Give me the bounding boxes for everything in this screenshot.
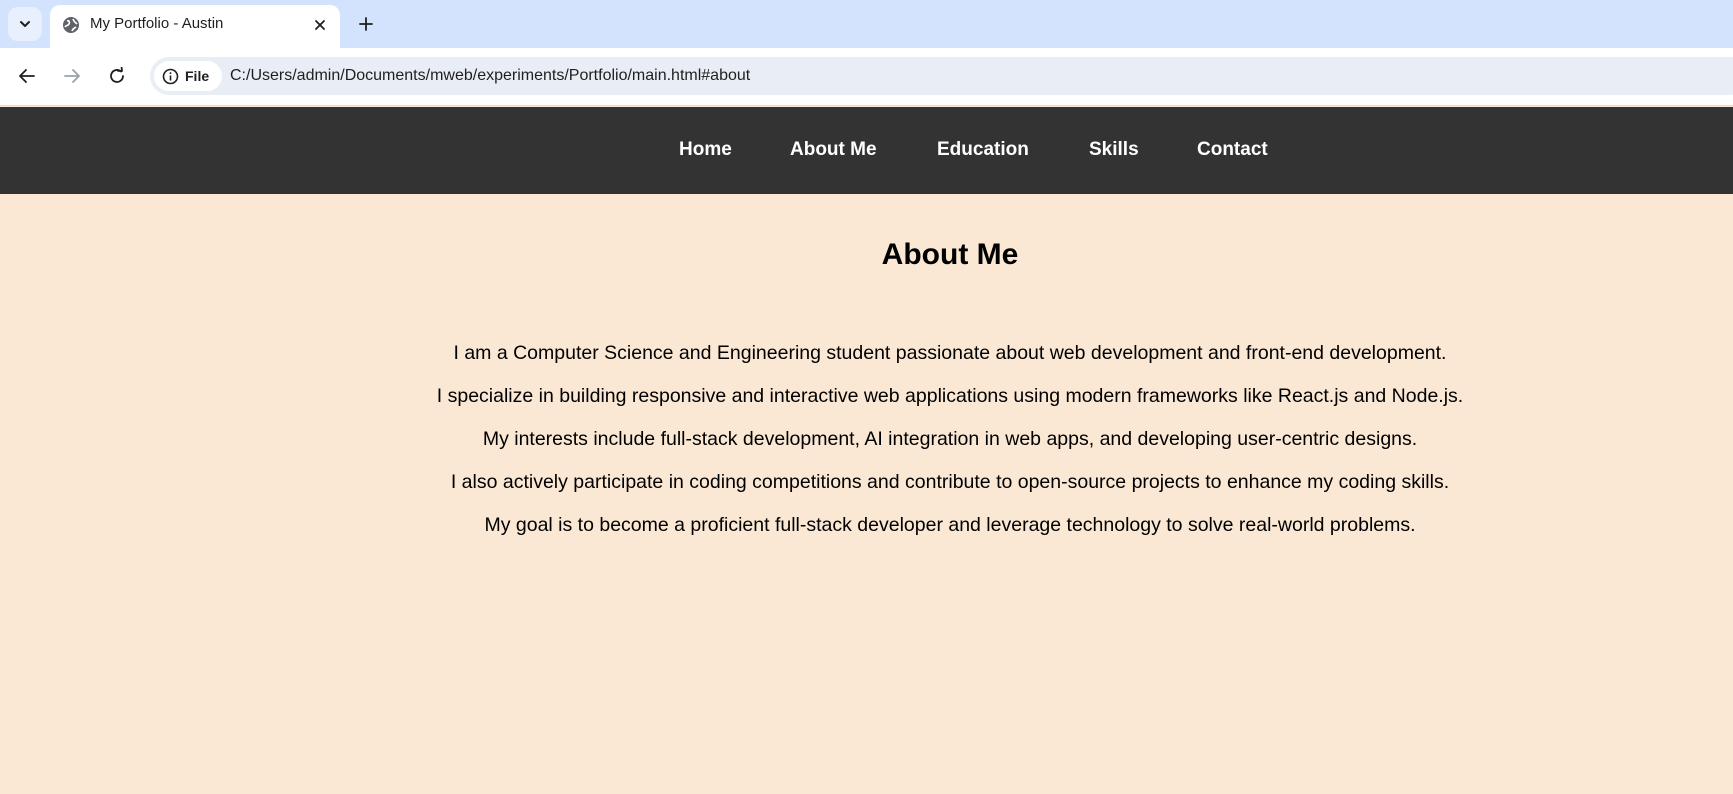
nav-link-skills[interactable]: Skills [1089,139,1139,161]
reload-icon [110,67,124,83]
browser-toolbar: File C:/Users/admin/Documents/mweb/exper… [0,48,1733,106]
site-info-chip[interactable]: File [154,61,222,91]
about-line: I am a Computer Science and Engineering … [453,342,1447,364]
info-icon [162,68,179,84]
close-icon[interactable] [309,14,331,36]
reload-button[interactable] [102,61,132,91]
back-button[interactable] [12,61,42,91]
plus-icon [359,17,373,31]
site-chip-label: File [185,68,210,84]
browser-tab[interactable]: My Portfolio - Austin [50,5,340,48]
tab-title: My Portfolio - Austin [90,15,224,32]
new-tab-button[interactable] [352,10,380,38]
arrow-left-icon [19,69,35,83]
chevron-down-icon [20,21,30,27]
site-nav: Home About Me Education Skills Contact [0,107,1733,194]
forward-button[interactable] [57,61,87,91]
nav-link-about[interactable]: About Me [790,139,877,161]
about-line: I specialize in building responsive and … [436,385,1464,407]
about-line: My goal is to become a proficient full-s… [484,514,1416,536]
about-line: I also actively participate in coding co… [450,471,1450,493]
nav-link-education[interactable]: Education [937,139,1029,161]
about-line: My interests include full-stack developm… [482,428,1418,450]
nav-link-home[interactable]: Home [679,139,732,161]
about-text: I am a Computer Science and Engineering … [0,340,1733,555]
tab-search-button[interactable] [8,7,42,41]
address-bar[interactable]: File C:/Users/admin/Documents/mweb/exper… [150,57,1733,95]
url-text[interactable]: C:/Users/admin/Documents/mweb/experiment… [230,67,750,85]
globe-icon [63,17,79,33]
about-heading: About Me [881,238,1019,271]
nav-link-contact[interactable]: Contact [1197,139,1268,161]
tab-strip: My Portfolio - Austin [0,0,1733,48]
arrow-right-icon [64,69,80,83]
